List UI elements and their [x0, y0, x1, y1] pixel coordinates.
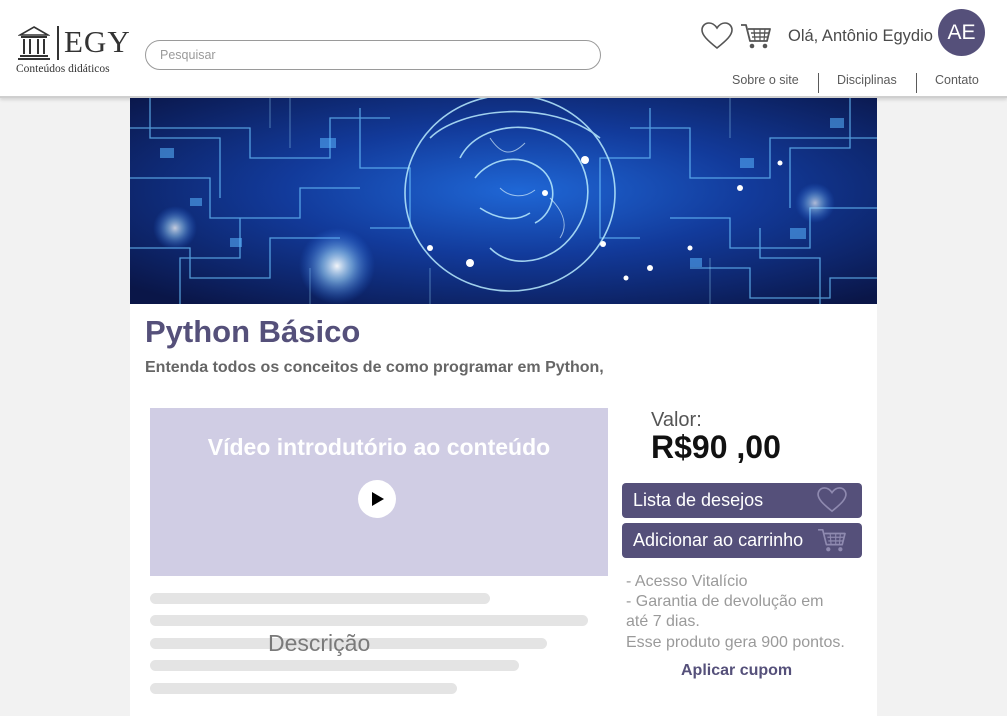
site-logo[interactable]: EGY Conteúdos didáticos — [16, 24, 134, 80]
cart-icon — [818, 528, 846, 552]
logo-subtitle: Conteúdos didáticos — [16, 63, 110, 75]
nav-disciplinas[interactable]: Disciplinas — [837, 73, 897, 93]
logo-text: EGY — [64, 24, 131, 59]
search-input[interactable] — [145, 40, 601, 70]
points-info: Esse produto gera 900 pontos. — [626, 634, 845, 651]
nav-sobre-o-site[interactable]: Sobre o site — [732, 73, 799, 93]
logo-divider — [57, 26, 59, 60]
benefit-item: - Acesso Vitalício — [626, 573, 748, 590]
play-button[interactable] — [358, 480, 396, 518]
user-greeting: Olá, Antônio Egydio — [788, 27, 933, 45]
nav-divider — [818, 73, 819, 93]
description-line — [150, 615, 588, 626]
avatar[interactable]: AE — [938, 9, 985, 56]
price-value: R$90 ,00 — [651, 429, 781, 465]
heart-icon — [817, 487, 847, 513]
video-title: Vídeo introdutório ao conteúdo — [207, 434, 551, 460]
benefits-list: - Acesso Vitalício - Garantia de devoluç… — [626, 572, 823, 632]
add-to-cart-button[interactable]: Adicionar ao carrinho — [622, 523, 862, 558]
description-label: Descrição — [268, 630, 371, 656]
add-to-cart-label: Adicionar ao carrinho — [633, 530, 804, 550]
apply-coupon-link[interactable]: Aplicar cupom — [681, 662, 792, 680]
course-subtitle: Entenda todos os conceitos de como progr… — [145, 359, 604, 376]
intro-video-player[interactable]: Vídeo introdutório ao conteúdo — [150, 408, 608, 576]
course-card: Python Básico Entenda todos os conceitos… — [130, 98, 877, 716]
play-icon — [372, 492, 384, 506]
course-banner-image — [130, 98, 877, 304]
wishlist-button[interactable]: Lista de desejos — [622, 483, 862, 518]
description-line — [150, 593, 490, 604]
benefit-item: - Garantia de devolução em — [626, 593, 824, 610]
course-title: Python Básico — [145, 314, 361, 349]
benefit-item: até 7 dias. — [626, 613, 700, 630]
description-line — [150, 660, 519, 671]
description-line — [150, 683, 457, 694]
heart-icon[interactable] — [701, 22, 733, 50]
nav-contato[interactable]: Contato — [935, 73, 979, 93]
top-header: EGY Conteúdos didáticos Olá, Antônio Egy… — [0, 0, 1007, 98]
temple-icon — [18, 26, 50, 60]
cart-icon[interactable] — [740, 22, 772, 50]
nav-divider — [916, 73, 917, 93]
wishlist-button-label: Lista de desejos — [633, 490, 764, 510]
